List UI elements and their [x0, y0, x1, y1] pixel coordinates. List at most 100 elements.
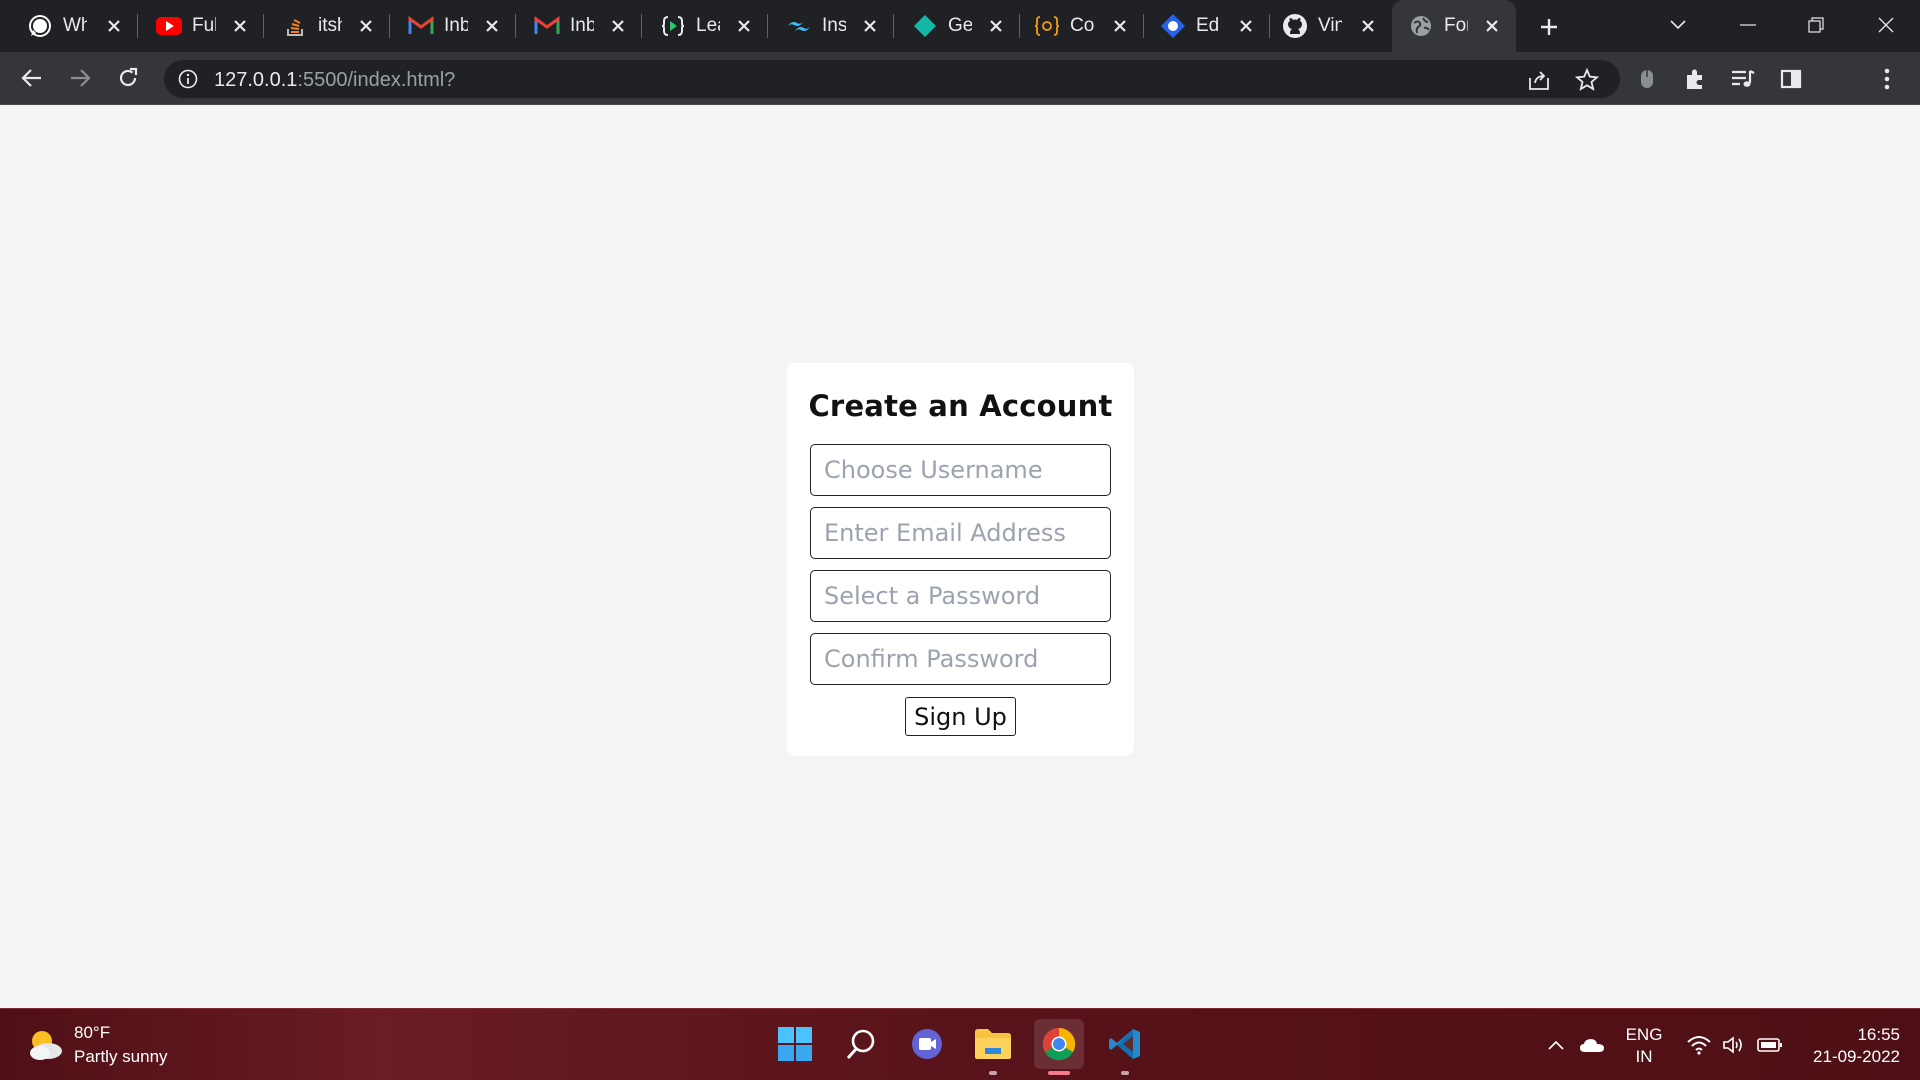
- show-hidden-icons-button[interactable]: [1542, 1031, 1570, 1059]
- restore-button[interactable]: [1796, 10, 1836, 40]
- tab-stackoverflow[interactable]: itsh: [264, 0, 390, 52]
- tab-label: Vin: [1318, 15, 1342, 36]
- close-tab-icon[interactable]: [606, 14, 630, 38]
- chevron-down-icon: [1670, 20, 1686, 30]
- tab-scrimba[interactable]: Lear: [642, 0, 768, 52]
- password-input[interactable]: [810, 570, 1111, 622]
- input-language-indicator[interactable]: ENG IN: [1624, 1024, 1664, 1068]
- close-tab-icon[interactable]: [1234, 14, 1258, 38]
- arrow-left-icon: [21, 69, 41, 87]
- teams-chat-button[interactable]: [902, 1019, 952, 1069]
- onedrive-icon[interactable]: [1578, 1031, 1606, 1059]
- tab-gmail-2[interactable]: Inbox: [516, 0, 642, 52]
- file-explorer-button[interactable]: [968, 1019, 1018, 1075]
- tab-label: Inst: [822, 15, 846, 36]
- video-chat-icon: [912, 1029, 942, 1059]
- clock-date: 21-09-2022: [1813, 1047, 1900, 1066]
- back-button[interactable]: [16, 62, 48, 94]
- tab-label: Full: [192, 15, 216, 36]
- extensions-puzzle-icon[interactable]: [1680, 64, 1710, 94]
- close-tab-icon[interactable]: [354, 14, 378, 38]
- restore-icon: [1808, 17, 1824, 33]
- chrome-icon: [1042, 1027, 1076, 1061]
- tab-label: itsh: [318, 15, 342, 36]
- search-button[interactable]: [836, 1019, 886, 1069]
- minimize-icon: [1740, 24, 1756, 26]
- reload-icon: [119, 67, 138, 87]
- start-button[interactable]: [770, 1019, 820, 1069]
- bookmark-star-icon[interactable]: [1574, 67, 1600, 93]
- tab-label: Lear: [696, 15, 720, 36]
- reload-button[interactable]: [112, 62, 144, 94]
- close-tab-icon[interactable]: [732, 14, 756, 38]
- tab-whatsapp[interactable]: WhatsApp: [0, 0, 138, 52]
- extension-mouse-icon[interactable]: [1632, 64, 1662, 94]
- info-icon[interactable]: [178, 69, 198, 89]
- volume-icon[interactable]: [1720, 1031, 1748, 1059]
- running-indicator: [1121, 1071, 1129, 1075]
- forward-button[interactable]: [64, 62, 96, 94]
- tab-label: Edit: [1196, 15, 1220, 36]
- side-panel-icon[interactable]: [1776, 64, 1806, 94]
- tab-label: Inbox: [570, 15, 594, 36]
- language-code: ENG: [1625, 1025, 1663, 1044]
- signup-card: Create an Account Sign Up: [787, 363, 1134, 756]
- whatsapp-icon: [27, 13, 53, 39]
- chevron-up-icon: [1548, 1040, 1564, 1050]
- browser-toolbar: 127.0.0.1:5500/index.html? V: [0, 52, 1920, 144]
- tab-gmail-1[interactable]: Inbox: [390, 0, 516, 52]
- close-tab-icon[interactable]: [1480, 14, 1504, 38]
- url-text[interactable]: 127.0.0.1:5500/index.html?: [214, 69, 455, 92]
- tab-search-button[interactable]: [1658, 10, 1698, 40]
- new-tab-button[interactable]: [1534, 12, 1564, 42]
- vscode-taskbar-button[interactable]: [1100, 1019, 1150, 1075]
- battery-icon[interactable]: [1756, 1031, 1784, 1059]
- close-tab-icon[interactable]: [228, 14, 252, 38]
- close-tab-icon[interactable]: [1108, 14, 1132, 38]
- confirm-password-input[interactable]: [810, 633, 1111, 685]
- weather-widget[interactable]: [24, 1023, 68, 1067]
- close-tab-icon[interactable]: [984, 14, 1008, 38]
- close-window-button[interactable]: [1866, 10, 1906, 40]
- weather-temperature: 80°F: [74, 1023, 111, 1042]
- tab-code[interactable]: Coc: [1020, 0, 1144, 52]
- close-tab-icon[interactable]: [480, 14, 504, 38]
- chrome-taskbar-button[interactable]: [1034, 1019, 1084, 1075]
- tab-github[interactable]: Vin: [1270, 0, 1392, 52]
- tab-tailwind[interactable]: Inst: [768, 0, 894, 52]
- wifi-icon[interactable]: [1685, 1031, 1713, 1059]
- tab-label: For: [1444, 15, 1468, 36]
- tab-gen[interactable]: Gen: [894, 0, 1020, 52]
- windows-logo-icon: [778, 1027, 812, 1061]
- running-indicator: [1048, 1071, 1070, 1075]
- folder-icon: [975, 1029, 1011, 1059]
- blue-diamond-icon: [1160, 13, 1186, 39]
- tailwind-icon: [786, 13, 812, 39]
- system-clock[interactable]: 16:55 21-09-2022: [1800, 1024, 1900, 1068]
- close-tab-icon[interactable]: [102, 14, 126, 38]
- media-control-icon[interactable]: [1728, 64, 1758, 94]
- close-tab-icon[interactable]: [1356, 14, 1380, 38]
- globe-icon: [1408, 13, 1434, 39]
- chrome-menu-icon[interactable]: [1872, 64, 1902, 94]
- stackoverflow-icon: [282, 13, 308, 39]
- page-viewport: Create an Account Sign Up: [0, 104, 1920, 1008]
- tab-youtube[interactable]: Full: [138, 0, 264, 52]
- tab-edit[interactable]: Edit: [1144, 0, 1270, 52]
- url-host: 127.0.0.1: [214, 69, 298, 91]
- minimize-button[interactable]: [1728, 10, 1768, 40]
- share-icon[interactable]: [1526, 67, 1552, 93]
- weather-description: Partly sunny: [74, 1047, 168, 1066]
- username-input[interactable]: [810, 444, 1111, 496]
- address-bar[interactable]: 127.0.0.1:5500/index.html?: [164, 60, 1620, 98]
- sign-up-button[interactable]: Sign Up: [905, 697, 1016, 736]
- gmail-icon: [534, 13, 560, 39]
- email-input[interactable]: [810, 507, 1111, 559]
- tab-active-form[interactable]: For: [1392, 0, 1516, 52]
- windows-taskbar: 80°F Partly sunny ENG IN 16:55 21-09-202…: [0, 1008, 1920, 1080]
- close-icon: [1878, 17, 1894, 33]
- vscode-icon: [1109, 1029, 1140, 1059]
- diamond-icon: [912, 13, 938, 39]
- clock-time: 16:55: [1857, 1025, 1900, 1044]
- close-tab-icon[interactable]: [858, 14, 882, 38]
